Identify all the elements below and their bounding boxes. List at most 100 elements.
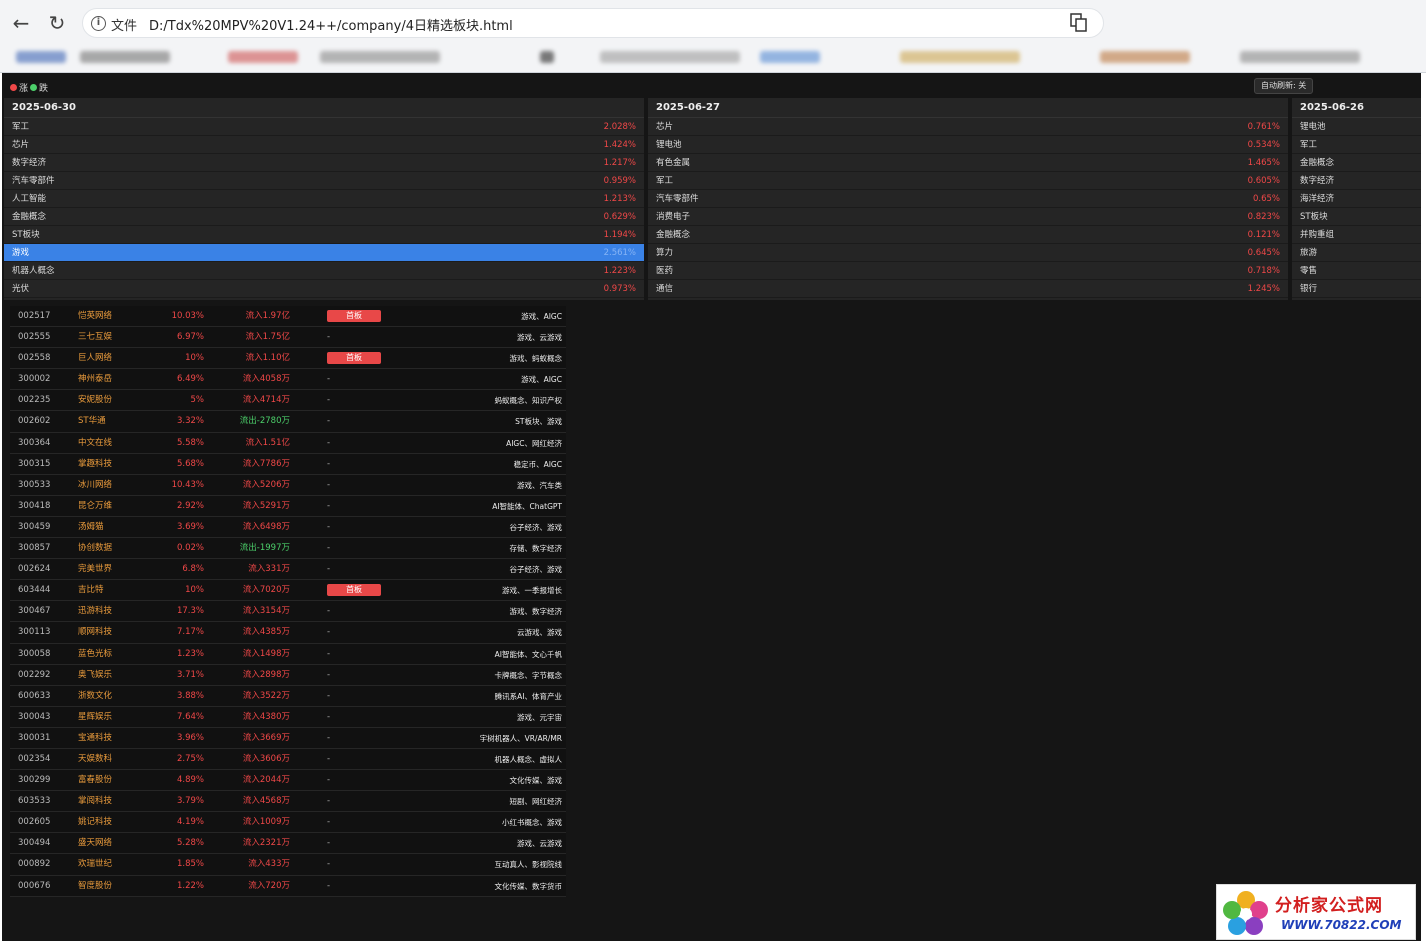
- sector-name: 银行: [1300, 284, 1318, 294]
- stock-row[interactable]: 002624 完美世界 6.8% 流入331万 - 谷子经济、游戏: [10, 559, 566, 581]
- stock-row[interactable]: 002517 恺英网络 10.03% 流入1.97亿 首板 游戏、AIGC: [10, 306, 566, 328]
- stock-row[interactable]: 300043 星辉娱乐 7.64% 流入4380万 - 游戏、元宇宙: [10, 706, 566, 728]
- stock-name: 天娱数科: [78, 753, 113, 764]
- sector-row[interactable]: 芯片 0.761%: [648, 118, 1288, 136]
- sector-row[interactable]: ST板块 1.194%: [4, 226, 644, 244]
- stock-row[interactable]: 000892 欢瑞世纪 1.85% 流入433万 - 互动真人、影视院线: [10, 854, 566, 876]
- stock-code: 000892: [18, 859, 51, 870]
- url-text[interactable]: D:/Tdx%20MPV%20V1.24++/company/4日精选板块.ht…: [149, 15, 513, 34]
- scheme-label: 文件: [111, 19, 138, 34]
- stock-row[interactable]: 603444 吉比特 10% 流入7020万 首板 游戏、一季报增长: [10, 580, 566, 602]
- sector-row[interactable]: 锂电池: [1292, 118, 1421, 136]
- stock-row[interactable]: 300299 富春股份 4.89% 流入2044万 - 文化传媒、游戏: [10, 770, 566, 792]
- sector-row[interactable]: 算力 0.645%: [648, 244, 1288, 262]
- bookmark-item[interactable]: [228, 51, 298, 63]
- sector-row[interactable]: 银行: [1292, 280, 1421, 298]
- stock-row[interactable]: 002354 天娱数科 2.75% 流入3606万 - 机器人概念、虚拟人: [10, 748, 566, 771]
- fund-flow: 流入4058万: [242, 374, 290, 385]
- fund-flow: 流入3669万: [242, 732, 290, 743]
- sector-row[interactable]: 汽车零部件 0.65%: [648, 190, 1288, 208]
- stock-row[interactable]: 300315 掌趣科技 5.68% 流入7786万 - 稳定币、AIGC: [10, 453, 566, 475]
- stock-row[interactable]: 002602 ST华通 3.32% 流出-2780万 - ST板块、游戏: [10, 411, 566, 433]
- sector-row[interactable]: 金融概念: [1292, 154, 1421, 172]
- sector-row[interactable]: 金融概念 0.629%: [4, 208, 644, 226]
- stock-row[interactable]: 300002 神州泰岳 6.49% 流入4058万 - 游戏、AIGC: [10, 369, 566, 391]
- stock-row[interactable]: 002292 奥飞娱乐 3.71% 流入2898万 - 卡牌概念、字节概念: [10, 664, 566, 686]
- tag-placeholder: -: [327, 332, 331, 343]
- sector-row[interactable]: 芯片 1.424%: [4, 136, 644, 154]
- stock-row[interactable]: 300467 迅游科技 17.3% 流入3154万 - 游戏、数字经济: [10, 601, 566, 623]
- sector-row[interactable]: 军工 2.028%: [4, 118, 644, 136]
- sector-row[interactable]: 数字经济 1.217%: [4, 154, 644, 172]
- sector-row[interactable]: 消费电子 0.823%: [648, 208, 1288, 226]
- bookmark-item[interactable]: [600, 51, 740, 63]
- stock-row[interactable]: 300459 汤姆猫 3.69% 流入6498万 - 谷子经济、游戏: [10, 516, 566, 539]
- sector-row[interactable]: 游戏 2.561%: [4, 244, 644, 262]
- bookmark-item[interactable]: [760, 51, 820, 63]
- sector-row[interactable]: 有色金属 1.465%: [648, 154, 1288, 172]
- sector-row[interactable]: 金融概念 0.121%: [648, 226, 1288, 244]
- legend-down: 跌: [39, 84, 49, 94]
- fund-flow: 流入7786万: [242, 458, 290, 469]
- sector-row[interactable]: ST板块: [1292, 208, 1421, 226]
- stock-change-pct: 4.89%: [176, 775, 204, 786]
- auto-refresh-toggle[interactable]: 自动刷新: 关: [1254, 78, 1314, 94]
- sector-row[interactable]: 光伏 0.973%: [4, 280, 644, 298]
- sector-row[interactable]: 人工智能 1.213%: [4, 190, 644, 208]
- sector-row[interactable]: 海洋经济: [1292, 190, 1421, 208]
- sector-row[interactable]: 通信 1.245%: [648, 280, 1288, 298]
- bookmark-item[interactable]: [1240, 51, 1360, 63]
- stock-row[interactable]: 603533 掌阅科技 3.79% 流入4568万 - 短剧、网红经济: [10, 791, 566, 813]
- bookmark-item[interactable]: [80, 51, 170, 63]
- stock-code: 300058: [18, 648, 51, 659]
- stock-row[interactable]: 300418 昆仑万维 2.92% 流入5291万 - AI智能体、ChatGPT: [10, 495, 566, 517]
- sector-row[interactable]: 军工 0.605%: [648, 172, 1288, 190]
- bookmark-item[interactable]: [16, 51, 66, 63]
- sector-row[interactable]: 机器人概念 1.223%: [4, 262, 644, 280]
- fund-flow: 流入1.10亿: [245, 353, 290, 364]
- stock-row[interactable]: 002555 三七互娱 6.97% 流入1.75亿 - 游戏、云游戏: [10, 327, 566, 349]
- stock-row[interactable]: 000676 智度股份 1.22% 流入720万 - 文化传媒、数字货币: [10, 875, 566, 897]
- sector-row[interactable]: 军工: [1292, 136, 1421, 154]
- sector-name: 汽车零部件: [12, 176, 55, 186]
- sector-row[interactable]: 旅游: [1292, 244, 1421, 262]
- sector-row[interactable]: 并购重组: [1292, 226, 1421, 244]
- bookmark-item[interactable]: [1100, 51, 1190, 63]
- bookmark-item[interactable]: [540, 51, 554, 63]
- stock-row[interactable]: 300364 中文在线 5.58% 流入1.51亿 - AIGC、网红经济: [10, 432, 566, 454]
- stock-row[interactable]: 600633 浙数文化 3.88% 流入3522万 - 腾讯系AI、体育产业: [10, 685, 566, 707]
- stock-row[interactable]: 300857 协创数据 0.02% 流出-1997万 - 存储、数字经济: [10, 538, 566, 560]
- stock-code: 002555: [18, 332, 51, 343]
- stock-change-pct: 3.88%: [176, 690, 204, 701]
- stock-row[interactable]: 002558 巨人网络 10% 流入1.10亿 首板 游戏、蚂蚁概念: [10, 348, 566, 370]
- stock-change-pct: 6.97%: [176, 332, 204, 343]
- stock-row[interactable]: 300533 冰川网络 10.43% 流入5206万 - 游戏、汽车类: [10, 474, 566, 496]
- stock-row[interactable]: 002235 安妮股份 5% 流入4714万 - 蚂蚁概念、知识产权: [10, 390, 566, 412]
- fund-flow: 流入7020万: [242, 585, 290, 596]
- sector-row[interactable]: 汽车零部件 0.959%: [4, 172, 644, 190]
- address-bar[interactable]: i 文件 D:/Tdx%20MPV%20V1.24++/company/4日精选…: [82, 8, 1104, 38]
- sector-row[interactable]: 锂电池 0.534%: [648, 136, 1288, 154]
- stock-name: 吉比特: [78, 585, 104, 596]
- sector-name: 旅游: [1300, 248, 1318, 258]
- back-icon[interactable]: ←: [8, 10, 34, 36]
- stock-concepts: 云游戏、游戏: [517, 628, 562, 638]
- copy-icon[interactable]: [1070, 13, 1088, 33]
- stock-name: 掌趣科技: [78, 458, 113, 469]
- watermark-site: WWW.70822.COM: [1281, 918, 1402, 932]
- stock-row[interactable]: 002605 姚记科技 4.19% 流入1009万 - 小红书概念、游戏: [10, 812, 566, 834]
- reload-icon[interactable]: ↻: [44, 10, 70, 36]
- sector-pct: 0.718%: [1247, 266, 1280, 276]
- stock-code: 002602: [18, 416, 51, 427]
- stock-row[interactable]: 300031 宝通科技 3.96% 流入3669万 - 宇树机器人、VR/AR/MR: [10, 727, 566, 749]
- info-icon[interactable]: i: [91, 16, 106, 31]
- sector-row[interactable]: 数字经济: [1292, 172, 1421, 190]
- bookmark-item[interactable]: [320, 51, 440, 63]
- sector-row[interactable]: 零售: [1292, 262, 1421, 280]
- fund-flow: 流入1.75亿: [245, 332, 290, 343]
- stock-row[interactable]: 300113 顺网科技 7.17% 流入4385万 - 云游戏、游戏: [10, 622, 566, 644]
- bookmark-item[interactable]: [900, 51, 1020, 63]
- sector-row[interactable]: 医药 0.718%: [648, 262, 1288, 280]
- stock-row[interactable]: 300494 盛天网络 5.28% 流入2321万 - 游戏、云游戏: [10, 833, 566, 855]
- stock-row[interactable]: 300058 蓝色光标 1.23% 流入1498万 - AI智能体、文心千帆: [10, 643, 566, 665]
